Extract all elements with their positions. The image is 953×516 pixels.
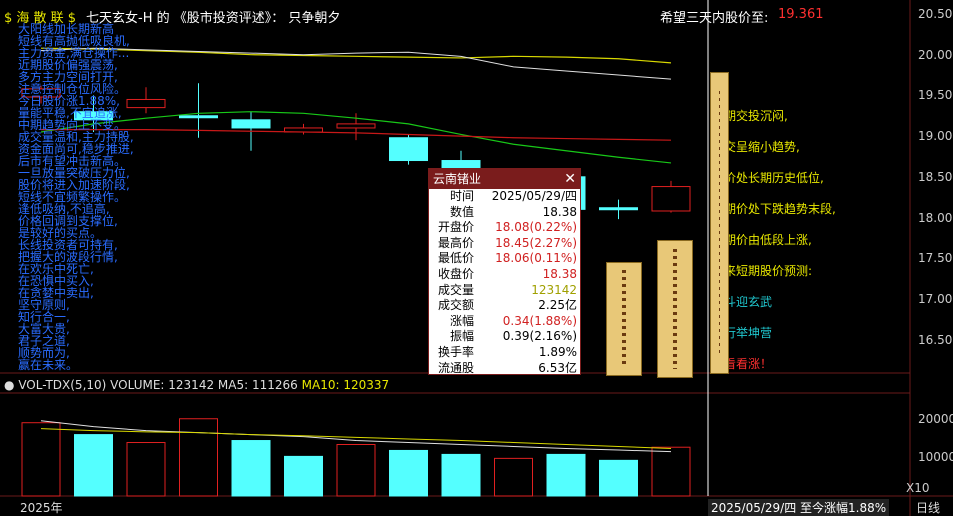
popup-row: 成交量 123142 xyxy=(429,283,580,299)
popup-row-label: 成交额 xyxy=(437,298,474,313)
popup-row: 开盘价 18.08(0.22%) xyxy=(429,220,580,236)
volume-bar xyxy=(74,434,113,497)
popup-row-label: 振幅 xyxy=(449,329,474,344)
popup-row-label: 成交量 xyxy=(437,282,474,297)
popup-row: 成交额 2.25亿 xyxy=(429,298,580,314)
popup-row: 数值 18.38 xyxy=(429,205,580,221)
volume-bar xyxy=(336,444,376,497)
commentary-line: 赢在未来。 xyxy=(18,358,79,372)
header-title: 七天玄女-H 的 《股市投资评述》： 只争朝夕 xyxy=(86,11,341,26)
candle-body xyxy=(651,186,691,212)
talisman-image xyxy=(606,262,642,376)
volume-bar xyxy=(284,455,323,497)
price-tick-label: 20.00 xyxy=(918,47,953,62)
popup-row-value: 18.38 xyxy=(542,266,577,281)
price-tick-label: 16.50 xyxy=(918,332,953,347)
popup-row: 振幅 0.39(2.16%) xyxy=(429,329,580,345)
candle-body xyxy=(336,123,376,129)
period-button[interactable]: 日线 xyxy=(916,499,940,516)
forecast-line: 中期价处下跌趋势末段, xyxy=(712,202,836,216)
target-label: 希望三天内股价至: xyxy=(660,11,769,26)
vol-ma10: MA10: 120337 xyxy=(301,378,390,392)
footer-year: 2025年 xyxy=(20,501,63,515)
ma-line-yellow xyxy=(40,47,672,64)
candle-body xyxy=(599,207,638,211)
popup-row-value: 0.39(2.16%) xyxy=(502,329,577,344)
talisman-image xyxy=(710,72,729,374)
vol-ma5: MA5: 111266 xyxy=(217,378,298,392)
popup-row: 收盘价 18.38 xyxy=(429,267,580,283)
candle-body xyxy=(231,119,271,129)
popup-row: 换手率 1.89% xyxy=(429,345,580,361)
volume-bar xyxy=(126,442,166,497)
close-icon[interactable]: ✕ xyxy=(564,169,576,189)
popup-row: 涨幅 0.34(1.88%) xyxy=(429,314,580,330)
price-tick-label: 19.50 xyxy=(918,88,953,103)
candle-body xyxy=(389,137,428,162)
popup-row-value: 1.89% xyxy=(538,344,577,359)
popup-row-label: 数值 xyxy=(449,204,474,219)
popup-row-value: 18.06(0.11%) xyxy=(495,251,577,266)
popup-row-label: 收盘价 xyxy=(437,266,474,281)
footer-date-change: 2025/05/29/四 至今涨幅1.88% xyxy=(708,499,890,516)
popup-row-label: 最低价 xyxy=(437,251,474,266)
vol-axis-mid: 10000 xyxy=(918,450,953,464)
popup-row-value: 0.34(1.88%) xyxy=(502,313,577,328)
volume-bar xyxy=(231,440,271,497)
vol-name: VOL-TDX(5,10) xyxy=(18,378,107,392)
price-tick-label: 20.50 xyxy=(918,7,953,21)
price-tick-label: 18.50 xyxy=(918,169,953,184)
price-tick-label: 17.50 xyxy=(918,251,953,266)
popup-row-value: 18.45(2.27%) xyxy=(495,235,577,250)
popup-row-value: 123142 xyxy=(531,282,577,297)
popup-row-label: 开盘价 xyxy=(437,220,474,235)
volume-bar xyxy=(441,453,481,497)
popup-row: 最高价 18.45(2.27%) xyxy=(429,236,580,252)
popup-row-value: 2025/05/29/四 xyxy=(491,189,577,203)
popup-row-label: 时间 xyxy=(449,189,474,203)
popup-row-value: 18.38 xyxy=(542,204,577,219)
popup-row-label: 换手率 xyxy=(437,344,474,359)
volume-bar xyxy=(21,422,61,497)
popup-row: 最低价 18.06(0.11%) xyxy=(429,251,580,267)
popup-row-value: 6.53亿 xyxy=(538,360,577,375)
target-value: 19.361 xyxy=(778,7,824,22)
vol-axis-top: 20000 xyxy=(918,412,953,426)
candle-body xyxy=(126,98,166,109)
volume-bar xyxy=(599,459,638,497)
stock-chart-window: $ 海 散 联 $ 七天玄女-H 的 《股市投资评述》： 只争朝夕 希望三天内股… xyxy=(0,0,953,516)
vol-dot-icon: ● xyxy=(4,378,15,392)
popup-row-label: 流通股 xyxy=(437,360,474,375)
volume-bar xyxy=(546,453,586,497)
talisman-image xyxy=(657,240,693,378)
popup-row-value: 2.25亿 xyxy=(538,298,577,313)
popup-row: 时间 2025/05/29/四 xyxy=(429,189,580,205)
scale-label: X10 xyxy=(906,481,930,495)
price-tick-label: 17.00 xyxy=(918,291,953,306)
popup-title: 云南锗业 xyxy=(433,172,482,186)
vol-volume: VOLUME: 123142 xyxy=(110,378,215,392)
volume-bar xyxy=(179,418,218,497)
volume-bar xyxy=(651,446,691,497)
price-tick-label: 18.00 xyxy=(918,210,953,225)
popup-row-label: 涨幅 xyxy=(449,313,474,328)
ma-line-white xyxy=(40,47,672,80)
candle-body xyxy=(179,115,218,119)
volume-bar xyxy=(494,457,533,497)
popup-row-label: 最高价 xyxy=(437,235,474,250)
volume-bar xyxy=(389,449,428,497)
popup-row-value: 18.08(0.22%) xyxy=(495,220,577,235)
popup-titlebar[interactable]: 云南锗业 ✕ xyxy=(429,169,580,189)
stock-info-popup[interactable]: 云南锗业 ✕ 时间 2025/05/29/四数值 18.38 开盘价 18.08(0.2… xyxy=(428,168,581,375)
popup-row: 流通股 6.53亿 xyxy=(429,361,580,377)
vol-indicator[interactable]: ● VOL-TDX(5,10) VOLUME: 123142 MA5: 1112… xyxy=(4,378,389,392)
price-tick-label: 19.00 xyxy=(918,129,953,144)
